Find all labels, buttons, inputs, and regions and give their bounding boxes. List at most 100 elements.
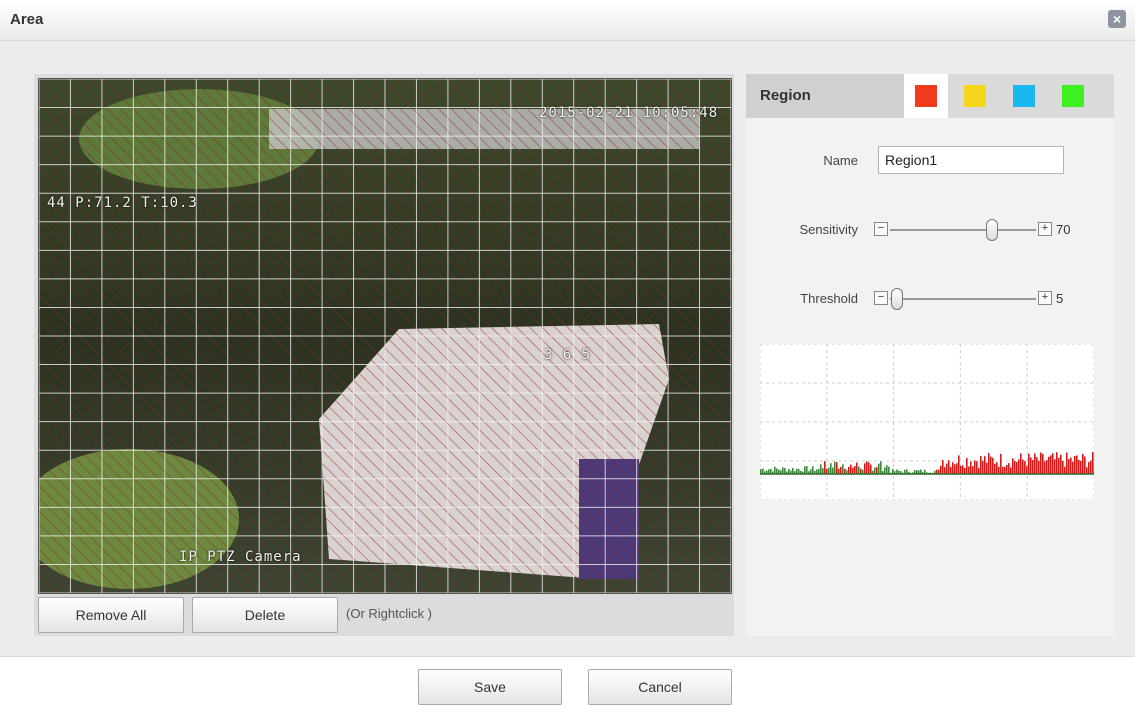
graph-bar <box>1022 459 1024 474</box>
graph-bar <box>770 468 772 474</box>
motion-activity-graph <box>759 343 1095 501</box>
threshold-plus-button[interactable]: + <box>1038 291 1052 305</box>
graph-bar <box>868 462 870 474</box>
graph-bar <box>978 467 980 474</box>
region-color-cyan[interactable] <box>1013 85 1035 107</box>
graph-bar <box>1076 455 1078 474</box>
graph-bar <box>958 455 960 474</box>
graph-bar <box>836 462 838 474</box>
delete-button[interactable]: Delete <box>192 597 338 633</box>
graph-bar <box>1088 462 1090 474</box>
video-preview[interactable]: 2015-02-21 10:05:48 44 P:71.2 T:10.3 IP … <box>38 78 732 594</box>
graph-bar <box>1064 466 1066 474</box>
graph-bar <box>974 460 976 474</box>
sensitivity-plus-button[interactable]: + <box>1038 222 1052 236</box>
graph-bar <box>968 466 970 474</box>
region-label: Region <box>760 87 811 104</box>
region-panel: Region Name Sensitivity − + 70 Threshold… <box>746 74 1114 636</box>
graph-bar <box>1084 456 1086 474</box>
threshold-minus-button[interactable]: − <box>874 291 888 305</box>
graph-bar <box>888 466 890 474</box>
graph-bar <box>830 463 832 474</box>
graph-bar <box>870 464 872 474</box>
graph-bar <box>1062 460 1064 474</box>
graph-bar <box>1014 460 1016 474</box>
sensitivity-minus-button[interactable]: − <box>874 222 888 236</box>
dialog-footer: Save Cancel <box>0 656 1135 710</box>
region-name-input[interactable] <box>878 146 1064 174</box>
osd-vehicle-number: 3 6 5 <box>544 347 592 363</box>
video-panel: 2015-02-21 10:05:48 44 P:71.2 T:10.3 IP … <box>34 74 734 636</box>
graph-bar <box>774 466 776 474</box>
sensitivity-slider-handle[interactable] <box>986 219 999 241</box>
graph-bar <box>1010 467 1012 474</box>
graph-bar <box>842 464 844 474</box>
graph-bar <box>954 464 956 474</box>
save-button[interactable]: Save <box>418 669 562 705</box>
graph-bar <box>1092 452 1094 474</box>
area-dialog: Area × 2015-02-21 10:05:48 44 P:71.2 T:1… <box>0 0 1135 710</box>
region-tab: Region <box>746 74 904 118</box>
graph-bar <box>806 466 808 474</box>
rightclick-hint: (Or Rightclick ) <box>346 606 432 621</box>
cancel-button[interactable]: Cancel <box>588 669 732 705</box>
region-color-red[interactable] <box>915 85 937 107</box>
graph-bar <box>1002 466 1004 474</box>
graph-bar <box>964 467 966 474</box>
graph-bar <box>1006 465 1008 474</box>
graph-bar <box>762 468 764 474</box>
graph-bar <box>1060 454 1062 474</box>
graph-bar <box>1046 460 1048 474</box>
sensitivity-label: Sensitivity <box>799 222 858 237</box>
threshold-track[interactable] <box>890 298 1036 300</box>
graph-bar <box>952 462 954 474</box>
graph-bar <box>948 460 950 474</box>
region-color-green[interactable] <box>1062 85 1084 107</box>
graph-bars <box>760 452 1094 474</box>
graph-bar <box>946 463 948 474</box>
graph-bar <box>822 468 824 474</box>
graph-bar <box>834 461 836 474</box>
graph-bar <box>840 466 842 474</box>
graph-bar <box>982 460 984 474</box>
graph-bar <box>878 463 880 474</box>
graph-bar <box>1026 466 1028 474</box>
dialog-title: Area <box>10 11 44 28</box>
graph-bar <box>1070 457 1072 474</box>
graph-bar <box>880 461 882 474</box>
threshold-value: 5 <box>1056 291 1064 306</box>
graph-bar <box>844 468 846 474</box>
graph-bar <box>1040 452 1042 474</box>
video-area-grid[interactable] <box>39 79 731 593</box>
graph-bar <box>1018 459 1020 474</box>
close-icon[interactable]: × <box>1108 10 1126 28</box>
graph-bar <box>824 461 826 474</box>
graph-bar <box>812 466 814 474</box>
graph-bar <box>1052 453 1054 474</box>
title-bar: Area × <box>0 0 1135 41</box>
remove-all-button[interactable]: Remove All <box>38 597 184 633</box>
region-color-yellow[interactable] <box>964 85 986 107</box>
graph-bar <box>1000 453 1002 474</box>
graph-bar <box>990 456 992 474</box>
graph-bar <box>1074 455 1076 474</box>
sensitivity-track[interactable] <box>890 229 1036 231</box>
graph-bar <box>860 468 862 474</box>
graph-bar <box>1054 459 1056 474</box>
graph-bar <box>804 466 806 474</box>
graph-bar <box>1050 455 1052 474</box>
osd-ptz-info: 44 P:71.2 T:10.3 <box>47 195 198 211</box>
graph-bar <box>962 465 964 474</box>
graph-bar <box>956 463 958 474</box>
graph-bar <box>960 465 962 474</box>
graph-bar <box>976 461 978 474</box>
threshold-slider-handle[interactable] <box>891 288 904 310</box>
graph-bar <box>850 464 852 474</box>
graph-bar <box>1032 460 1034 474</box>
graph-bar <box>1020 453 1022 474</box>
graph-bar <box>994 463 996 474</box>
graph-bar <box>984 456 986 474</box>
graph-bar <box>1024 461 1026 474</box>
graph-bar <box>1042 453 1044 474</box>
graph-bar <box>998 466 1000 474</box>
